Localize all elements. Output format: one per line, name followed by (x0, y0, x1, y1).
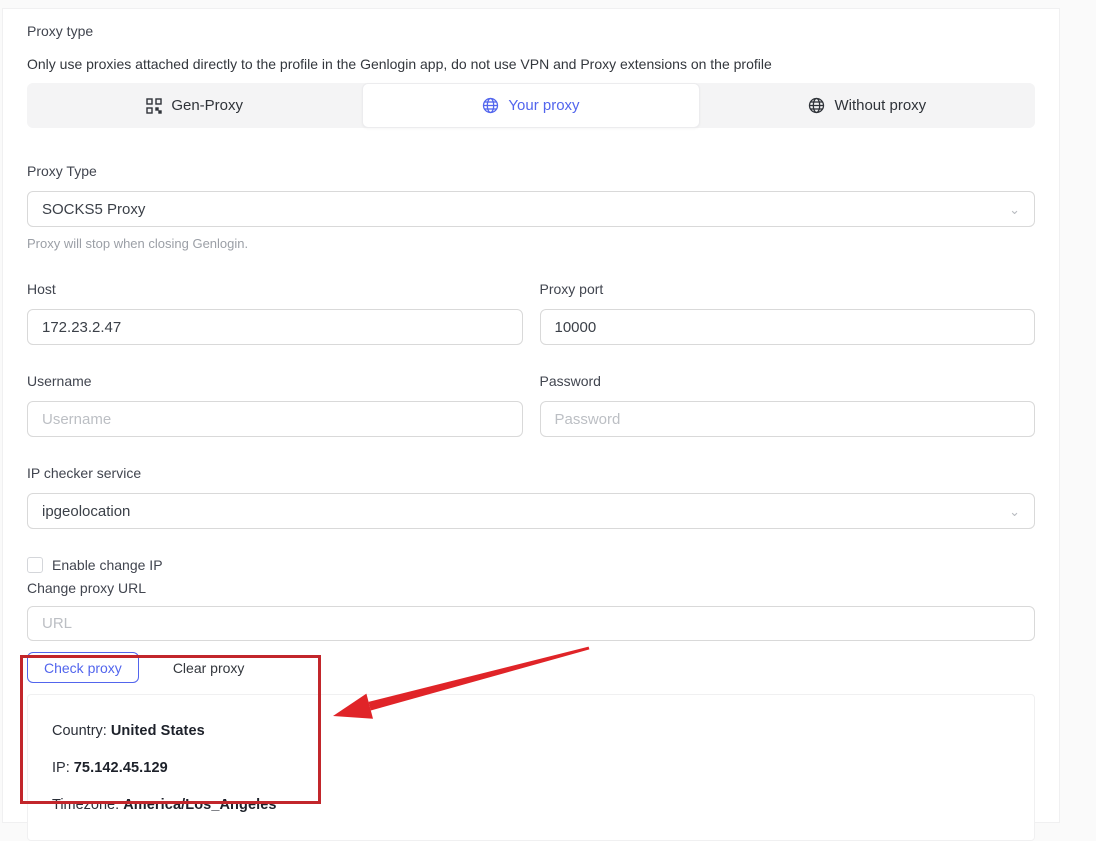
password-input[interactable] (540, 401, 1036, 437)
enable-change-ip-label: Enable change IP (52, 557, 163, 573)
chevron-down-icon: ⌄ (1009, 505, 1020, 518)
tab-your-proxy[interactable]: Your proxy (362, 83, 699, 128)
globe-icon (482, 97, 499, 114)
country-value: United States (111, 723, 205, 739)
ip-checker-select[interactable]: ipgeolocation ⌄ (27, 493, 1035, 529)
timezone-value: America/Los_Angeles (123, 797, 276, 813)
ip-checker-label: IP checker service (27, 465, 1035, 481)
host-label: Host (27, 281, 523, 297)
result-timezone: Timezone: America/Los_Angeles (52, 797, 1010, 813)
password-label: Password (540, 373, 1036, 389)
timezone-label: Timezone: (52, 797, 123, 813)
proxy-port-field: Proxy port (540, 281, 1036, 345)
username-input[interactable] (27, 401, 523, 437)
result-country: Country: United States (52, 723, 1010, 739)
tab-label: Your proxy (508, 97, 579, 114)
change-proxy-url-field (27, 606, 1035, 641)
host-field: Host (27, 281, 523, 345)
country-label: Country: (52, 723, 111, 739)
chevron-down-icon: ⌄ (1009, 203, 1020, 216)
username-field: Username (27, 373, 523, 437)
tab-label: Gen-Proxy (171, 97, 243, 114)
tab-label: Without proxy (834, 97, 926, 114)
result-ip: IP: 75.142.45.129 (52, 760, 1010, 776)
ip-value: 75.142.45.129 (74, 760, 168, 776)
qr-grid-icon (146, 98, 162, 114)
proxy-type-value: SOCKS5 Proxy (42, 201, 145, 218)
proxy-check-result-panel: Country: United States IP: 75.142.45.129… (27, 694, 1035, 841)
globe-icon (808, 97, 825, 114)
proxy-type-field: Proxy Type SOCKS5 Proxy ⌄ Proxy will sto… (27, 163, 1035, 251)
tab-gen-proxy[interactable]: Gen-Proxy (27, 83, 362, 128)
enable-change-ip-row: Enable change IP (27, 557, 1035, 573)
tab-without-proxy[interactable]: Without proxy (700, 83, 1035, 128)
ip-label: IP: (52, 760, 74, 776)
proxy-port-label: Proxy port (540, 281, 1036, 297)
host-port-row: Host Proxy port (27, 281, 1035, 345)
proxy-type-helper: Proxy will stop when closing Genlogin. (27, 236, 1035, 251)
credentials-row: Username Password (27, 373, 1035, 437)
enable-change-ip-checkbox[interactable] (27, 557, 43, 573)
proxy-type-label: Proxy Type (27, 163, 1035, 179)
ip-checker-field: IP checker service ipgeolocation ⌄ (27, 465, 1035, 529)
host-input[interactable] (27, 309, 523, 345)
proxy-type-select[interactable]: SOCKS5 Proxy ⌄ (27, 191, 1035, 227)
ip-checker-value: ipgeolocation (42, 503, 130, 520)
clear-proxy-button[interactable]: Clear proxy (173, 660, 245, 676)
proxy-type-section-label: Proxy type (27, 23, 1035, 39)
check-proxy-button[interactable]: Check proxy (27, 652, 139, 683)
proxy-port-input[interactable] (540, 309, 1036, 345)
proxy-settings-panel: Proxy type Only use proxies attached dir… (2, 8, 1060, 823)
password-field: Password (540, 373, 1036, 437)
proxy-usage-note: Only use proxies attached directly to th… (27, 56, 1035, 72)
change-proxy-url-input[interactable] (27, 606, 1035, 641)
proxy-actions: Check proxy Clear proxy (27, 652, 1035, 683)
change-proxy-url-label: Change proxy URL (27, 580, 1035, 596)
proxy-source-tabs: Gen-Proxy Your proxy (27, 83, 1035, 128)
username-label: Username (27, 373, 523, 389)
